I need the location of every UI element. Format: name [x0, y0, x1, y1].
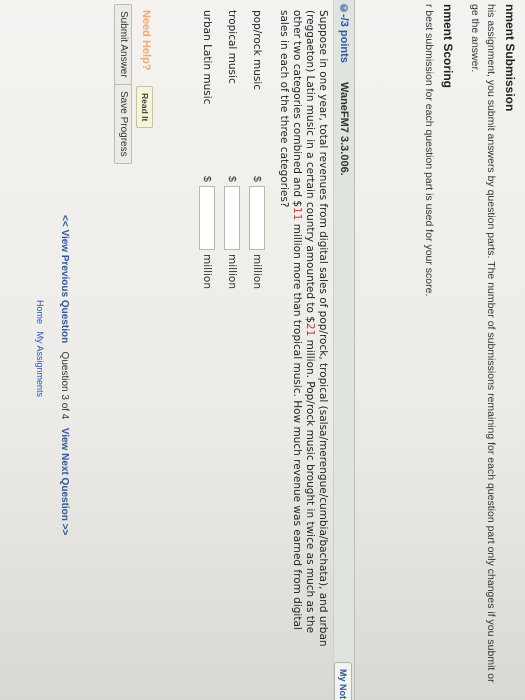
question-position: Question 3 of 4	[59, 351, 70, 420]
submission-text-line2: ge the answer.	[469, 4, 481, 73]
my-assignments-link[interactable]: My Assignments	[35, 332, 45, 398]
unit-label: million	[226, 254, 238, 289]
webassign-page: nment Submission his assignment, you sub…	[0, 0, 525, 700]
pop-rock-answer-input[interactable]	[249, 186, 265, 250]
currency-symbol: $	[251, 176, 263, 182]
highlighted-value: 21	[304, 322, 316, 337]
footer-links: Home My Assignments	[35, 300, 45, 397]
currency-symbol: $	[201, 176, 213, 182]
highlighted-value: 11	[291, 207, 303, 221]
answer-label: urban Latin music	[201, 10, 213, 105]
answer-label: pop/rock music	[251, 10, 263, 91]
save-progress-button[interactable]: Save Progress	[114, 84, 132, 164]
expand-icon[interactable]: +	[340, 4, 348, 12]
scoring-text: r best submission for each question part…	[423, 4, 435, 297]
urban-answer-input[interactable]	[199, 186, 215, 250]
submission-text-line1: his assignment, you submit answers by qu…	[485, 4, 497, 683]
home-link[interactable]: Home	[35, 300, 45, 324]
question-points: -/3 points	[338, 14, 350, 63]
answer-label: tropical music	[226, 10, 238, 84]
question-text: Suppose in one year, total revenues from…	[278, 10, 329, 647]
tropical-answer-input[interactable]	[224, 186, 240, 250]
unit-label: million	[201, 254, 213, 289]
next-question-link[interactable]: View Next Question >>	[59, 428, 70, 536]
question-header: + -/3 points WaneFM7 3.3.006. My Not	[333, 0, 355, 700]
previous-question-link[interactable]: << View Previous Question	[59, 215, 70, 343]
currency-symbol: $	[226, 176, 238, 182]
question-source: WaneFM7 3.3.006.	[338, 82, 350, 176]
submit-answer-button[interactable]: Submit Answer	[114, 4, 132, 85]
read-it-button[interactable]: Read It	[136, 86, 153, 129]
scoring-title: nment Scoring	[441, 4, 455, 89]
unit-label: million	[251, 254, 263, 289]
submission-title: nment Submission	[503, 4, 517, 112]
need-help-label: Need Help?	[140, 10, 152, 71]
question-navigation: << View Previous Question Question 3 of …	[59, 215, 70, 535]
my-notes-button[interactable]: My Not	[334, 662, 352, 700]
